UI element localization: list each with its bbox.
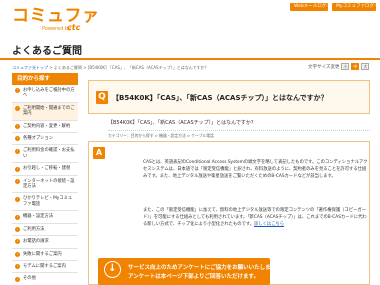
- answer-mark-icon: A: [93, 147, 105, 159]
- sidebar-item[interactable]: › ご利用料金の確認・お支払い: [12, 145, 78, 164]
- sidebar-item-label: ご契約内容・変更・解約: [23, 123, 71, 129]
- chevron-right-icon: ›: [15, 178, 20, 184]
- sidebar-item[interactable]: › ひかりテレビ・Myコミュファ電話: [12, 193, 78, 212]
- sidebar-item-label: 機器・設定方法: [23, 214, 54, 220]
- chevron-right-icon: ›: [15, 251, 20, 257]
- sidebar-item-label: その他: [23, 276, 36, 282]
- sidebar: 目的から探す › お申し込みをご検討中の方へ › ご利用開始・開通までのご案内 › ご…: [12, 73, 78, 285]
- answer-detail-link[interactable]: 詳しくはこちら: [254, 222, 284, 227]
- mypage-login-button[interactable]: Myコミュファログイン: [332, 3, 380, 11]
- chevron-right-icon: ›: [15, 166, 20, 172]
- breadcrumb: コミュファ光トップ > よくあるご質問 > [B54K0K] 「CAS」、「新C…: [12, 65, 209, 71]
- webmail-login-button[interactable]: Webメールログイン: [290, 3, 335, 11]
- commufa-logo[interactable]: コミュファ Powered by ctc: [12, 6, 100, 32]
- font-size-large-button[interactable]: 大: [361, 63, 370, 70]
- sidebar-item-label: 失敗に関するご案内: [23, 251, 62, 257]
- page-title: よくあるご質問: [12, 46, 82, 57]
- question-box: Q 【B54K0K】「CAS」、「新CAS（ACASチップ）」とはなんですか？: [88, 80, 370, 114]
- sidebar-item[interactable]: › ご利用開始・開通までのご案内: [12, 102, 78, 121]
- font-size-medium-button[interactable]: 中: [351, 63, 360, 70]
- question-title: 【B54K0K】「CAS」、「新CAS（ACASチップ）」とはなんですか？: [112, 94, 328, 102]
- sidebar-item-label: ご利用料金の確認・お支払い: [23, 148, 75, 159]
- sidebar-item[interactable]: › お電話の請求: [12, 236, 78, 249]
- title-divider: [0, 58, 380, 60]
- chevron-right-icon: ›: [15, 106, 20, 112]
- down-arrow-icon: ↓: [104, 261, 121, 278]
- sidebar-item-label: ひかりテレビ・Myコミュファ電話: [23, 196, 73, 207]
- sidebar-heading: 目的から探す: [12, 73, 78, 85]
- answer-paragraph-2-wrap: また、この「限定受信機能」に加えて、無料の地上デジタル放送等での限定コンテンツの…: [143, 208, 368, 228]
- chevron-right-icon: ›: [15, 123, 20, 129]
- chevron-right-icon: ›: [15, 239, 20, 245]
- sidebar-item[interactable]: › 失敗に関するご案内: [12, 249, 78, 261]
- breadcrumb-path: よくあるご質問 > [B54K0K] 「CAS」、「新CAS（ACASチップ）」…: [53, 65, 209, 70]
- question-subtitle: 【B54K0K】「CAS」、「新CAS（ACASチップ）」とはなんですか？: [108, 120, 256, 126]
- banner-line-2: アンケートは本ページ下部よりご回答いただけます。: [128, 274, 260, 280]
- sidebar-item[interactable]: › 機器・設定方法: [12, 211, 78, 224]
- chevron-right-icon: ›: [15, 196, 20, 202]
- chevron-right-icon: ›: [15, 88, 20, 94]
- question-mark-icon: Q: [96, 91, 108, 104]
- survey-banner[interactable]: ↓ サービス向上のためアンケートにご協力をお願いいたします。 アンケートは本ペー…: [98, 258, 281, 285]
- banner-line-1: サービス向上のためアンケートにご協力をお願いいたします。: [128, 265, 282, 271]
- sidebar-item[interactable]: › お申し込みをご検討中の方へ: [12, 85, 78, 103]
- sidebar-item-label: インターネットの接続・設定方法: [23, 178, 75, 190]
- answer-paragraph-1: CASとは、英語表記のConditional Access Systemの頭文字…: [143, 160, 368, 179]
- chevron-right-icon: ›: [15, 264, 20, 270]
- logo-text: コミュファ: [12, 6, 100, 26]
- faq-question-section: Q 【B54K0K】「CAS」、「新CAS（ACASチップ）」とはなんですか？ …: [88, 80, 370, 142]
- sidebar-item-label: お電話の請求: [23, 239, 49, 245]
- chevron-right-icon: ›: [15, 276, 20, 282]
- sidebar-item[interactable]: › お引越し・ご移転・建替: [12, 163, 78, 176]
- sidebar-item-label: お引越し・ご移転・建替: [23, 166, 71, 172]
- sidebar-item-label: モデムに関するご案内: [23, 263, 66, 269]
- sidebar-item[interactable]: › ご契約内容・変更・解約: [12, 121, 78, 134]
- chevron-right-icon: ›: [15, 136, 20, 142]
- chevron-right-icon: ›: [15, 214, 20, 220]
- sidebar-item-label: ご利用開始・開通までのご案内: [23, 105, 75, 117]
- chevron-right-icon: ›: [15, 226, 20, 232]
- chevron-right-icon: ›: [15, 148, 20, 154]
- font-size-small-button[interactable]: 小: [341, 63, 350, 70]
- sidebar-item[interactable]: › ご利用方法: [12, 224, 78, 237]
- font-size-label: 文字サイズ変更: [308, 64, 340, 70]
- sidebar-item[interactable]: › モデムに関するご案内: [12, 261, 78, 274]
- sidebar-item[interactable]: › その他: [12, 273, 78, 285]
- header: コミュファ Powered by ctc Webメールログイン Myコミュファロ…: [0, 0, 380, 40]
- font-size-switcher: 文字サイズ変更 小 中 大: [308, 63, 370, 70]
- breadcrumb-home-link[interactable]: コミュファ光トップ: [12, 65, 48, 70]
- logo-brand: ctc: [67, 23, 81, 32]
- sidebar-item-label: ご利用方法: [23, 226, 45, 232]
- sidebar-item-label: お申し込みをご検討中の方へ: [23, 88, 75, 99]
- sidebar-item-label: 各種オプション: [23, 136, 54, 142]
- sidebar-item[interactable]: › 各種オプション: [12, 133, 78, 146]
- sidebar-item[interactable]: › インターネットの接続・設定方法: [12, 176, 78, 194]
